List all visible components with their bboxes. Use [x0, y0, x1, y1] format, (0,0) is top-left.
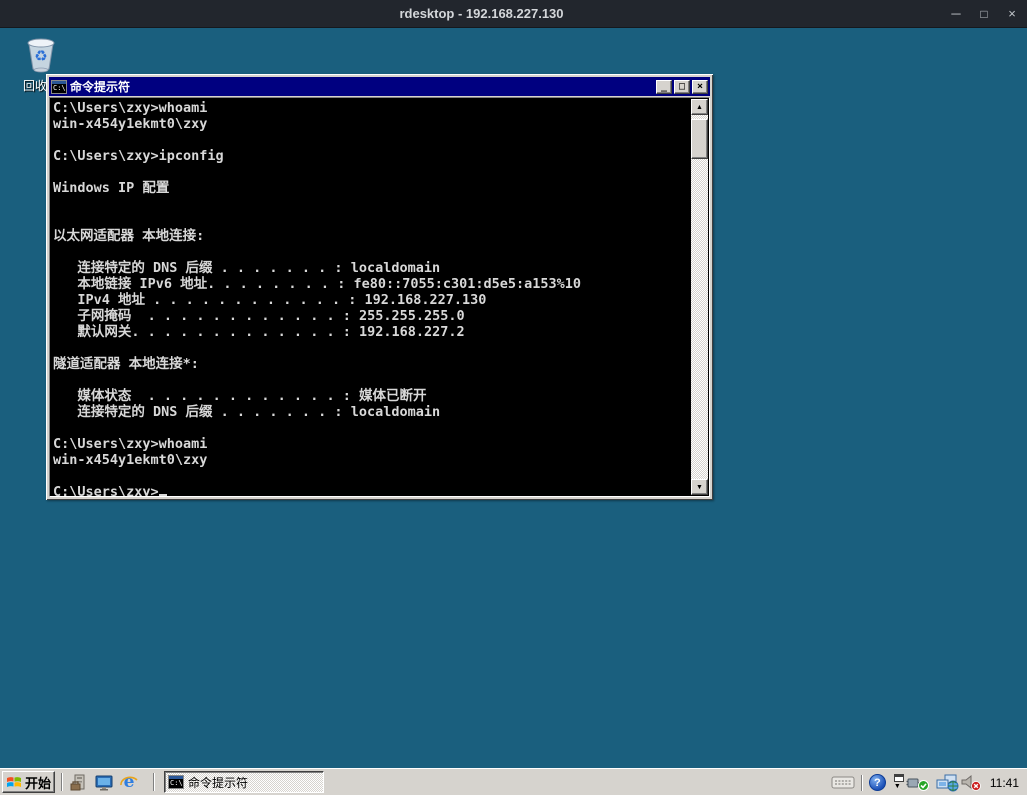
- quick-launch-server-manager[interactable]: [68, 772, 90, 793]
- close-icon[interactable]: ×: [1003, 4, 1021, 24]
- terminal-text: C:\Users\zxy>whoami win-x454y1ekmt0\zxy …: [53, 100, 582, 496]
- rdesktop-window-controls: ─ □ ×: [947, 0, 1021, 28]
- help-icon[interactable]: ?: [868, 774, 886, 791]
- taskbar-divider: [61, 773, 63, 791]
- speaker-muted-icon[interactable]: [960, 774, 982, 791]
- system-tray: ? ▼ 11:41: [831, 771, 1025, 794]
- tray-clock[interactable]: 11:41: [982, 776, 1025, 790]
- scrollbar-track[interactable]: [691, 115, 708, 479]
- cmd-prompt-icon: [51, 79, 67, 94]
- recycle-glyph: ♻: [34, 48, 47, 65]
- remote-desktop-surface: ♻ 回收站 命令提示符 _ □ × C:\Users\zxy>whoami wi…: [0, 28, 1027, 768]
- tray-divider: [860, 774, 863, 791]
- show-desktop-icon: [95, 775, 113, 790]
- chevron-down-icon: ▼: [893, 782, 901, 790]
- cmd-maximize-icon[interactable]: □: [674, 79, 690, 94]
- taskbar-task-cmd[interactable]: 命令提示符: [164, 771, 324, 793]
- safely-remove-hardware-icon[interactable]: [906, 773, 930, 792]
- keyboard-input-icon[interactable]: [831, 775, 855, 790]
- scroll-down-icon[interactable]: ▼: [691, 479, 708, 495]
- vertical-scrollbar[interactable]: ▲ ▼: [691, 99, 708, 495]
- minimize-icon[interactable]: ─: [947, 4, 965, 24]
- cmd-console-area[interactable]: C:\Users\zxy>whoami win-x454y1ekmt0\zxy …: [49, 97, 710, 497]
- recycle-bin-icon: ♻: [20, 32, 62, 76]
- rdesktop-title: rdesktop - 192.168.227.130: [399, 6, 564, 21]
- network-status-icon[interactable]: [936, 774, 960, 792]
- quick-launch-show-desktop[interactable]: [93, 772, 115, 793]
- window-glyph-icon: [893, 773, 904, 782]
- taskbar-task-label: 命令提示符: [188, 775, 249, 790]
- maximize-icon[interactable]: □: [975, 4, 993, 24]
- cmd-titlebar[interactable]: 命令提示符 _ □ ×: [49, 77, 710, 96]
- terminal-cursor: [159, 494, 167, 496]
- ie-ring-icon: [120, 776, 138, 785]
- quick-launch-internet-explorer[interactable]: e: [118, 772, 140, 793]
- windows-logo-icon: [6, 777, 21, 787]
- rdesktop-titlebar: rdesktop - 192.168.227.130 ─ □ ×: [0, 0, 1027, 28]
- cmd-window-title: 命令提示符: [70, 80, 131, 94]
- cmd-window: 命令提示符 _ □ × C:\Users\zxy>whoami win-x454…: [46, 74, 713, 500]
- taskbar: 开始 e 命令提示符: [0, 768, 1027, 795]
- show-hidden-icons-button[interactable]: ▼: [892, 773, 906, 792]
- scrollbar-thumb[interactable]: [691, 119, 708, 159]
- terminal-output[interactable]: C:\Users\zxy>whoami win-x454y1ekmt0\zxy …: [50, 98, 691, 496]
- server-manager-icon: [70, 774, 85, 790]
- cmd-prompt-icon: [168, 775, 184, 789]
- taskbar-divider: [153, 773, 155, 791]
- cmd-minimize-icon[interactable]: _: [656, 79, 672, 94]
- start-button[interactable]: 开始: [2, 771, 55, 793]
- start-button-label: 开始: [24, 775, 51, 791]
- cmd-close-icon[interactable]: ×: [692, 79, 708, 94]
- scroll-up-icon[interactable]: ▲: [691, 99, 708, 115]
